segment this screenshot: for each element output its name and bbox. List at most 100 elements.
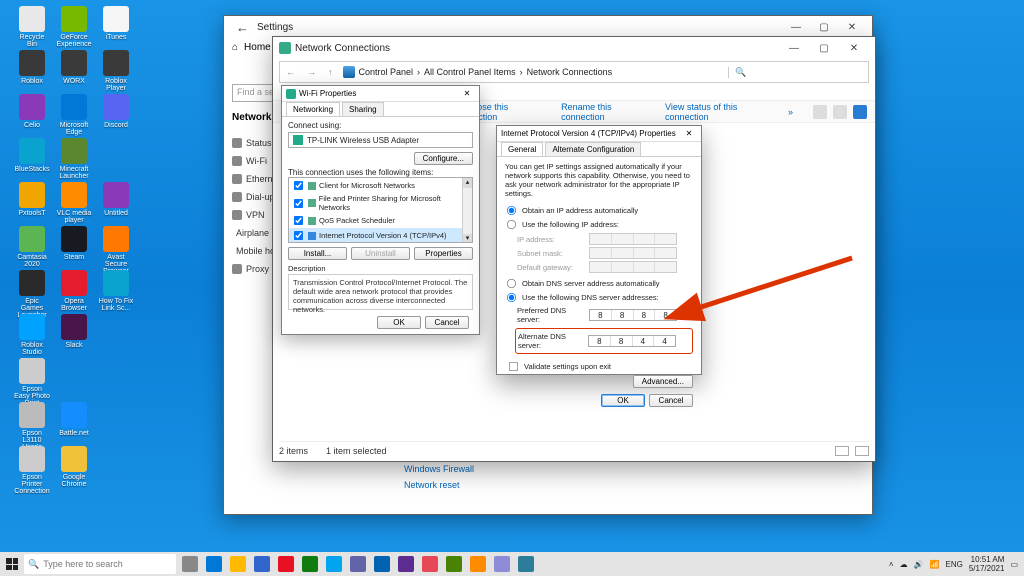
radio-dns-manual[interactable]: Use the following DNS server addresses: (505, 291, 693, 304)
tray-wifi-icon[interactable]: 📶 (930, 560, 940, 569)
home-icon[interactable]: ⌂ (232, 42, 238, 53)
settings-link[interactable]: Windows Firewall (404, 464, 474, 474)
view-details-icon[interactable] (835, 446, 849, 456)
configure-button[interactable]: Configure... (414, 152, 473, 165)
cancel-button[interactable]: Cancel (425, 316, 469, 329)
view-options-icon[interactable] (813, 105, 827, 119)
tab-networking[interactable]: Networking (286, 102, 340, 116)
taskbar-app-icon[interactable] (490, 552, 514, 576)
home-label[interactable]: Home (244, 42, 271, 53)
taskbar-search-input[interactable]: 🔍 Type here to search (24, 554, 176, 574)
taskbar-app-icon[interactable] (274, 552, 298, 576)
desktop-icon[interactable]: VLC media player (56, 182, 92, 224)
desktop-icon[interactable]: Minecraft Launcher (56, 138, 92, 180)
ok-button[interactable]: OK (601, 394, 645, 407)
radio-ip-manual[interactable]: Use the following IP address: (505, 218, 693, 231)
desktop-icon[interactable]: WORX (56, 50, 92, 85)
taskbar-app-icon[interactable] (202, 552, 226, 576)
settings-link[interactable]: Network reset (404, 480, 474, 490)
desktop-icon[interactable]: Epson Printer Connection (14, 446, 50, 495)
address-bar[interactable]: ← → ↑ Control Panel› All Control Panel I… (279, 61, 869, 83)
taskbar-app-icon[interactable] (322, 552, 346, 576)
radio-dns-auto[interactable]: Obtain DNS server address automatically (505, 277, 693, 290)
advanced-button[interactable]: Advanced... (633, 375, 693, 388)
scroll-up-icon[interactable]: ▴ (463, 178, 472, 188)
preferred-dns-input[interactable]: 8888 (589, 309, 677, 321)
desktop-icon[interactable]: Microsoft Edge (56, 94, 92, 136)
taskbar-app-icon[interactable] (466, 552, 490, 576)
taskbar-app-icon[interactable] (226, 552, 250, 576)
minimize-button[interactable]: — (779, 43, 809, 54)
taskbar-app-icon[interactable] (442, 552, 466, 576)
properties-button[interactable]: Properties (414, 247, 473, 260)
cancel-button[interactable]: Cancel (649, 394, 693, 407)
toolbar-more[interactable]: » (788, 107, 793, 117)
desktop-icon[interactable]: Opera Browser (56, 270, 92, 312)
tab-sharing[interactable]: Sharing (342, 102, 384, 116)
taskbar-app-icon[interactable] (514, 552, 538, 576)
desktop-icon[interactable]: Roblox (14, 50, 50, 85)
tab-general[interactable]: General (501, 142, 543, 156)
crumb[interactable]: All Control Panel Items (424, 67, 516, 77)
scroll-down-icon[interactable]: ▾ (463, 234, 472, 243)
close-button[interactable]: ✕ (839, 43, 869, 54)
component-item[interactable]: File and Printer Sharing for Microsoft N… (289, 193, 472, 213)
taskbar-app-icon[interactable] (346, 552, 370, 576)
rename-link[interactable]: Rename this connection (561, 102, 645, 122)
install-button[interactable]: Install... (288, 247, 347, 260)
tray-speaker-icon[interactable]: 🔊 (914, 560, 924, 569)
help-icon[interactable] (853, 105, 867, 119)
desktop-icon[interactable]: Google Chrome (56, 446, 92, 488)
preview-pane-icon[interactable] (833, 105, 847, 119)
desktop-icon[interactable]: BlueStacks (14, 138, 50, 173)
components-list[interactable]: Client for Microsoft NetworksFile and Pr… (288, 177, 473, 243)
desktop-icon[interactable]: GeForce Experience (56, 6, 92, 48)
view-large-icon[interactable] (855, 446, 869, 456)
crumb[interactable]: Control Panel (359, 67, 414, 77)
taskbar-app-icon[interactable] (250, 552, 274, 576)
taskbar-app-icon[interactable] (418, 552, 442, 576)
desktop-icon[interactable]: iTunes (98, 6, 134, 41)
taskbar-app-icon[interactable] (370, 552, 394, 576)
tab-altconfig[interactable]: Alternate Configuration (545, 142, 641, 156)
desktop-icon[interactable]: Epson Easy Photo Print (14, 358, 50, 407)
radio-ip-auto[interactable]: Obtain an IP address automatically (505, 204, 693, 217)
close-button[interactable]: ✕ (459, 89, 475, 98)
back-icon[interactable]: ← (236, 20, 249, 35)
crumb[interactable]: Network Connections (527, 67, 613, 77)
nav-up-icon[interactable]: ↑ (322, 67, 339, 77)
desktop-icon[interactable]: Camtasia 2020 (14, 226, 50, 268)
desktop-icon[interactable]: Avast Secure Browser (98, 226, 134, 275)
maximize-button[interactable]: ▢ (809, 43, 839, 54)
desktop-icon[interactable]: Discord (98, 94, 134, 129)
desktop-icon[interactable]: Roblox Studio (14, 314, 50, 356)
desktop-icon[interactable]: Battle.net (56, 402, 92, 437)
tray-clock[interactable]: 10:51 AM5/17/2021 (969, 555, 1005, 573)
view-status-link[interactable]: View status of this connection (665, 102, 768, 122)
start-button[interactable] (0, 552, 24, 576)
desktop-icon[interactable]: How To Fix Link Sc... (98, 270, 134, 312)
minimize-button[interactable]: — (782, 22, 810, 33)
ok-button[interactable]: OK (377, 316, 421, 329)
component-item[interactable]: Internet Protocol Version 4 (TCP/IPv4) (289, 228, 472, 243)
alternate-dns-input[interactable]: 8844 (588, 335, 676, 347)
desktop-icon[interactable]: PxtoolsT (14, 182, 50, 217)
desktop-icon[interactable]: Untitled (98, 182, 134, 217)
nav-back-icon[interactable]: ← (280, 67, 301, 77)
desktop-icon[interactable]: Roblox Player (98, 50, 134, 92)
desktop-icon[interactable]: Epic Games Launcher (14, 270, 50, 319)
validate-checkbox[interactable]: Validate settings upon exit (507, 360, 693, 373)
taskbar-app-icon[interactable] (178, 552, 202, 576)
tray-lang[interactable]: ENG (946, 560, 963, 569)
tray-onedrive-icon[interactable]: ☁ (900, 560, 908, 569)
desktop-icon[interactable]: Slack (56, 314, 92, 349)
maximize-button[interactable]: ▢ (810, 22, 838, 33)
nav-fwd-icon[interactable]: → (301, 67, 322, 77)
component-item[interactable]: QoS Packet Scheduler (289, 213, 472, 228)
taskbar-app-icon[interactable] (394, 552, 418, 576)
close-button[interactable]: ✕ (838, 22, 866, 33)
desktop-icon[interactable]: Celio (14, 94, 50, 129)
tray-chevron-icon[interactable]: ˄ (889, 560, 894, 569)
component-item[interactable]: Client for Microsoft Networks (289, 178, 472, 193)
desktop-icon[interactable]: Steam (56, 226, 92, 261)
